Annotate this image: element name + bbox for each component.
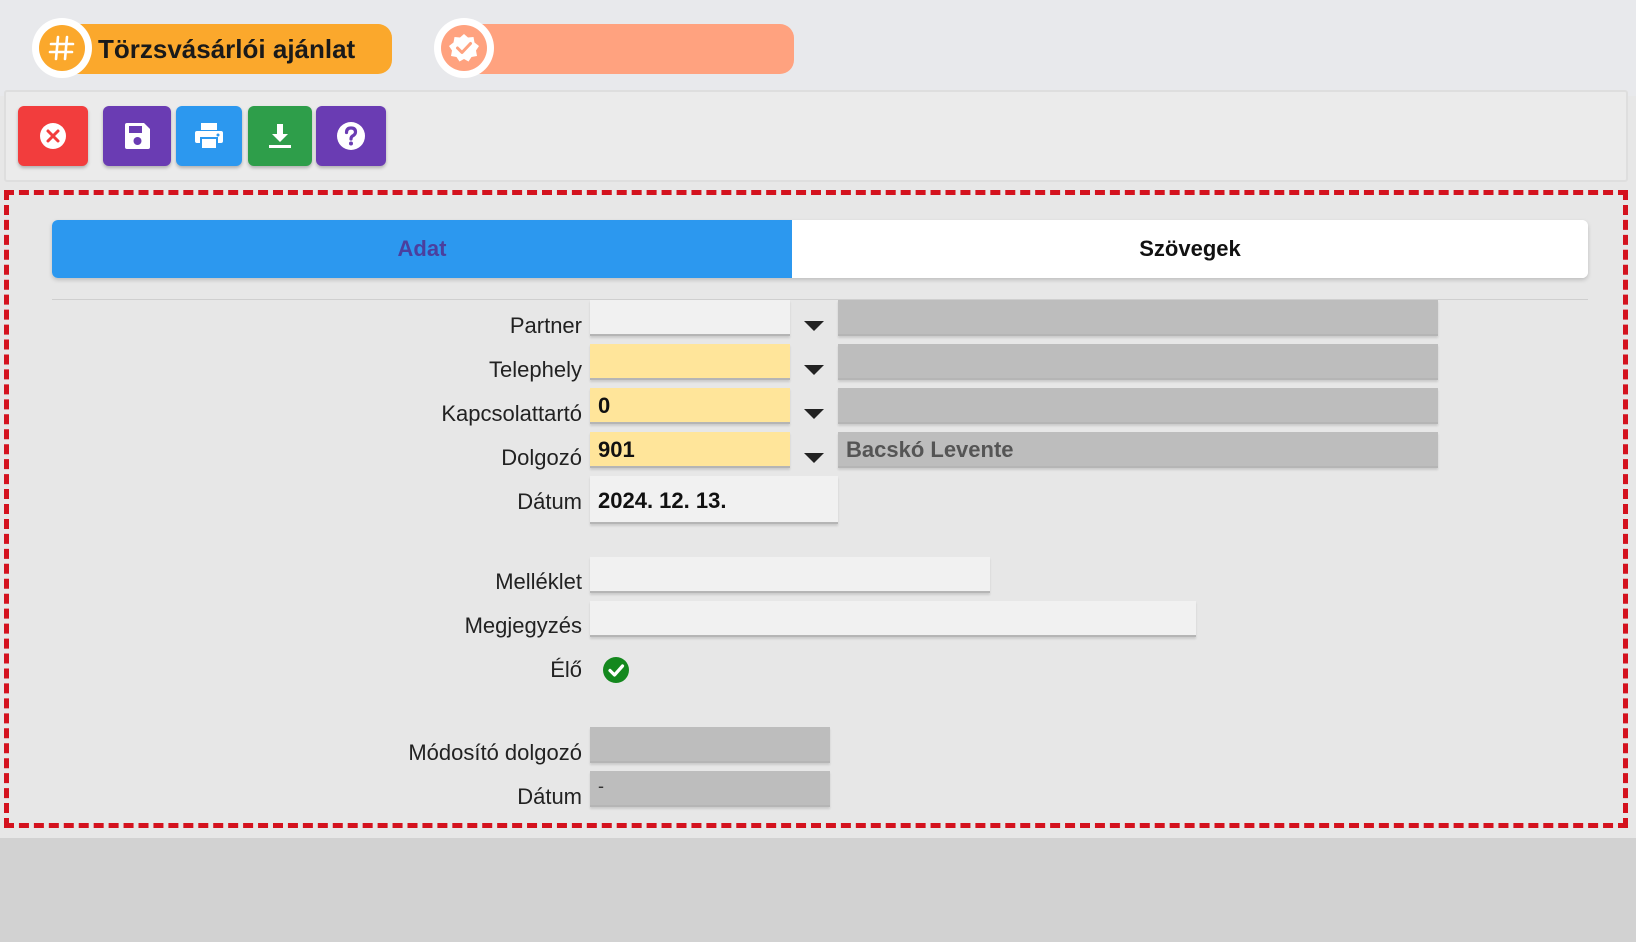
note-input[interactable] — [590, 601, 1196, 637]
toolbar — [4, 90, 1628, 182]
download-icon — [269, 124, 291, 148]
save-button[interactable] — [103, 106, 171, 166]
kapcsolattarto-label: Kapcsolattartó — [441, 401, 582, 426]
kapcsolattarto-dropdown-icon[interactable] — [804, 409, 824, 419]
dolgozo-label: Dolgozó — [501, 445, 582, 470]
tab-adat[interactable]: Adat — [52, 220, 792, 278]
help-button[interactable] — [316, 106, 386, 166]
kapcsolattarto-code-input[interactable]: 0 — [590, 388, 790, 424]
status-pill — [460, 24, 794, 74]
active-checkbox-checked-icon[interactable] — [602, 656, 630, 684]
modosito-datum-label: Dátum — [517, 784, 582, 809]
page-title: Törzsvásárlói ajánlat — [98, 34, 356, 64]
partner-dropdown-icon[interactable] — [804, 321, 824, 331]
close-circle-icon — [40, 123, 66, 149]
tab-bar: Adat Szövegek — [52, 220, 1588, 278]
printer-icon — [195, 123, 223, 150]
partner-label: Partner — [509, 313, 582, 338]
dolgozo-name-field: Bacskó Levente — [838, 432, 1438, 468]
modified-date-field: - — [590, 771, 830, 807]
telephely-code-input[interactable] — [590, 344, 790, 380]
dolgozo-code-input[interactable]: 901 — [590, 432, 790, 468]
print-button[interactable] — [176, 106, 242, 166]
title-bar: Törzsvásárlói ajánlat — [0, 0, 1636, 96]
elo-label: Élő — [550, 657, 582, 682]
verified-check-icon — [434, 18, 494, 78]
megjegyzes-label: Megjegyzés — [464, 613, 582, 638]
modifier-employee-field — [590, 727, 830, 763]
modosito-dolgozo-label: Módosító dolgozó — [408, 740, 582, 765]
attachment-input[interactable] — [590, 557, 990, 593]
hash-icon — [32, 18, 92, 78]
telephely-label: Telephely — [489, 357, 582, 382]
tab-szovegek[interactable]: Szövegek — [792, 220, 1588, 278]
kapcsolattarto-name-field — [838, 388, 1438, 424]
date-input[interactable]: 2024. 12. 13. — [590, 476, 838, 524]
partner-code-input[interactable] — [590, 300, 790, 336]
question-circle-icon — [337, 122, 365, 150]
document-type-pill: Törzsvásárlói ajánlat — [60, 24, 392, 74]
dolgozo-dropdown-icon[interactable] — [804, 453, 824, 463]
melleklet-label: Melléklet — [495, 569, 582, 594]
datum-label: Dátum — [517, 489, 582, 514]
floppy-disk-icon — [125, 123, 150, 149]
telephely-dropdown-icon[interactable] — [804, 365, 824, 375]
partner-name-field — [838, 300, 1438, 336]
close-button[interactable] — [18, 106, 88, 166]
telephely-name-field — [838, 344, 1438, 380]
download-button[interactable] — [248, 106, 312, 166]
